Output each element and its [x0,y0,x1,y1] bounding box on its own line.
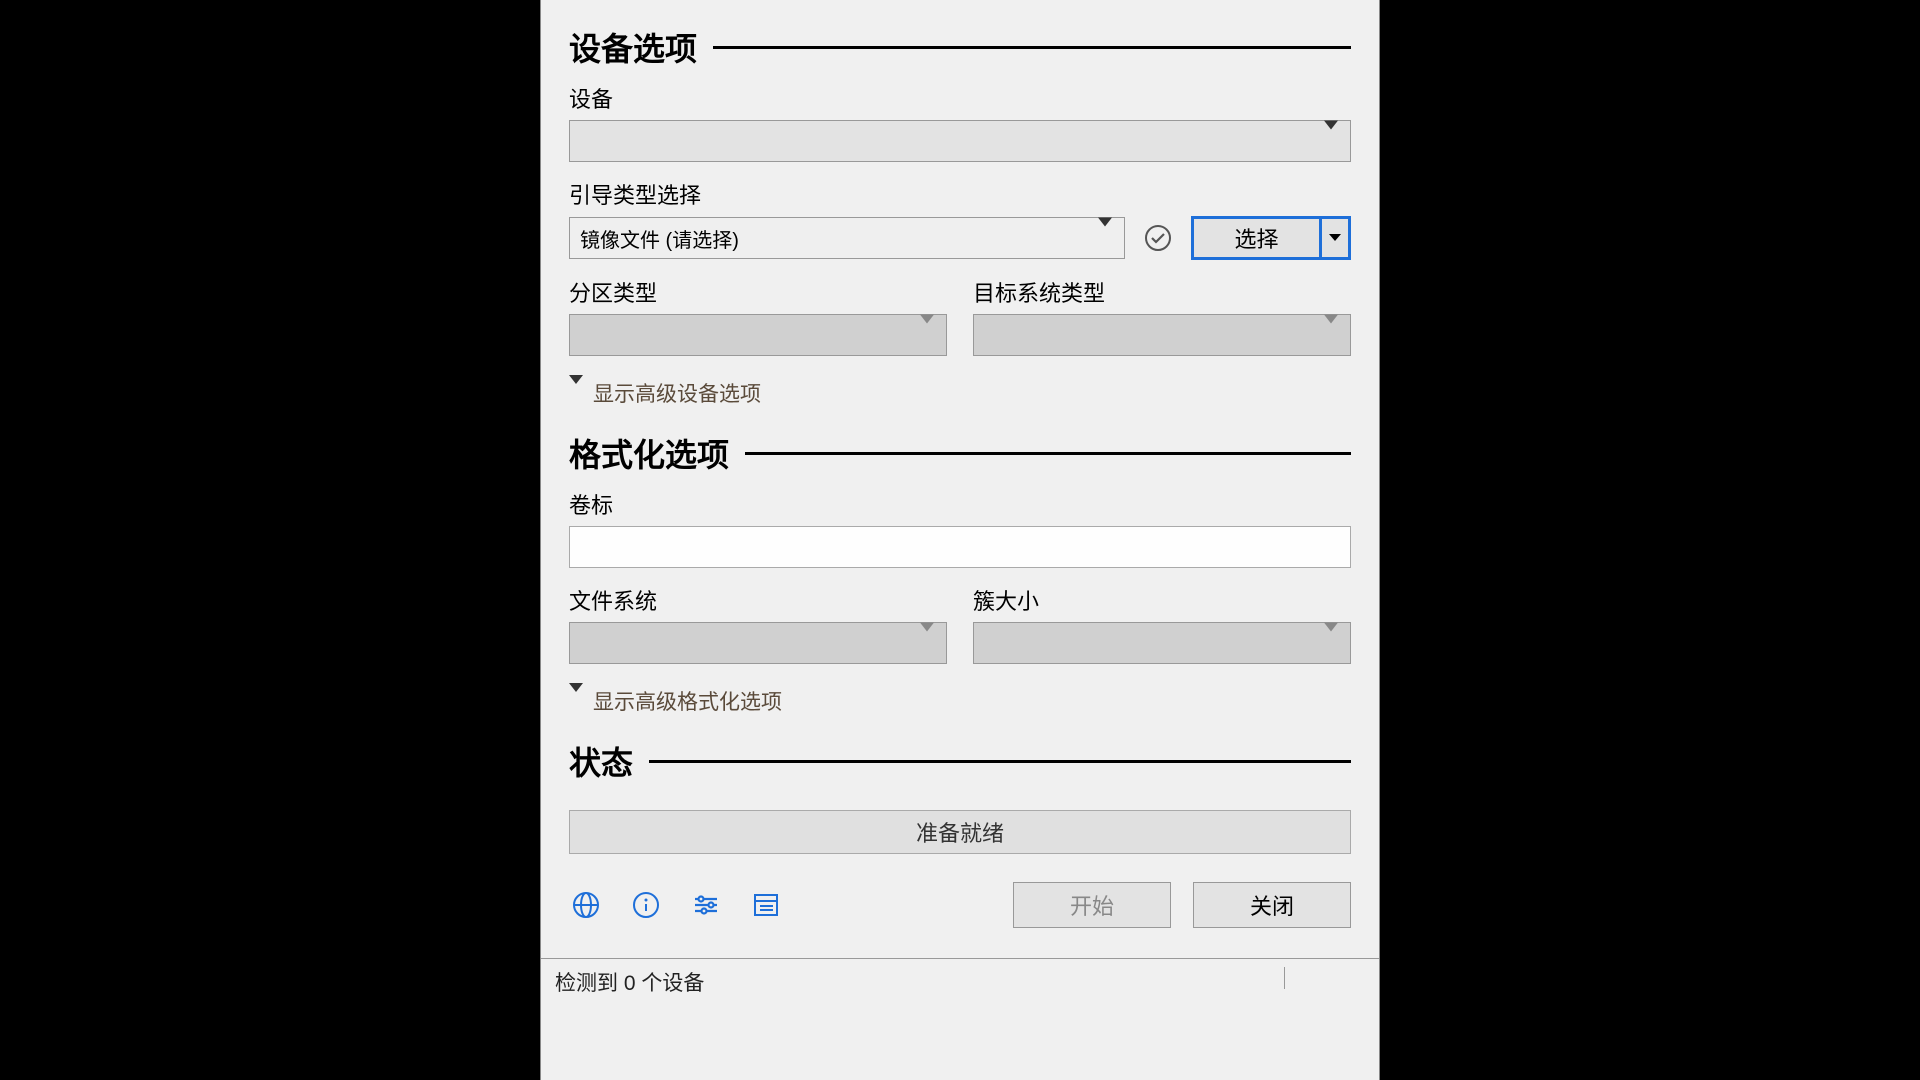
volume-field: 卷标 [569,488,1351,568]
status-section-header: 状态 [569,738,1351,784]
volume-input[interactable] [569,526,1351,568]
divider-line [713,46,1351,49]
filesystem-label: 文件系统 [569,584,947,616]
partition-dropdown[interactable] [569,314,947,356]
boot-type-field: 引导类型选择 镜像文件 (请选择) 选择 [569,178,1351,260]
target-system-dropdown[interactable] [973,314,1351,356]
fs-cluster-row: 文件系统 簇大小 [569,584,1351,664]
start-button-label: 开始 [1070,889,1114,921]
cluster-dropdown[interactable] [973,622,1351,664]
partition-field: 分区类型 [569,276,947,356]
device-label: 设备 [569,82,1351,114]
cluster-label: 簇大小 [973,584,1351,616]
format-section-title: 格式化选项 [569,430,729,476]
log-icon[interactable] [749,888,783,922]
footer-status-bar: 检测到 0 个设备 [541,958,1379,997]
device-dropdown[interactable] [569,120,1351,162]
app-window: 设备选项 设备 引导类型选择 镜像文件 (请选择) 选择 [540,0,1380,1080]
status-bar: 准备就绪 [569,810,1351,854]
volume-label: 卷标 [569,488,1351,520]
chevron-down-icon [1098,227,1112,250]
divider-line [649,760,1351,763]
footer-device-count: 检测到 0 个设备 [555,967,704,997]
sliders-icon[interactable] [689,888,723,922]
chevron-down-icon [1324,632,1338,655]
device-section-header: 设备选项 [569,24,1351,70]
target-system-label: 目标系统类型 [973,276,1351,308]
chevron-down-icon [569,384,583,402]
advanced-device-text: 显示高级设备选项 [593,378,761,408]
status-text: 准备就绪 [916,816,1004,848]
boot-type-label: 引导类型选择 [569,178,1351,210]
close-button-label: 关闭 [1250,889,1294,921]
format-section-header: 格式化选项 [569,430,1351,476]
boot-type-value: 镜像文件 (请选择) [580,224,739,253]
chevron-down-icon [569,692,583,710]
chevron-down-icon [920,632,934,655]
cluster-field: 簇大小 [973,584,1351,664]
device-section-title: 设备选项 [569,24,697,70]
select-button-label: 选择 [1194,222,1319,254]
footer-divider [1284,967,1285,989]
select-button[interactable]: 选择 [1191,216,1351,260]
partition-target-row: 分区类型 目标系统类型 [569,276,1351,356]
close-button[interactable]: 关闭 [1193,882,1351,928]
chevron-down-icon [1324,130,1338,153]
boot-type-dropdown[interactable]: 镜像文件 (请选择) [569,217,1125,259]
select-button-dropdown[interactable] [1322,233,1348,243]
filesystem-field: 文件系统 [569,584,947,664]
tool-icon-group [569,888,783,922]
device-field: 设备 [569,82,1351,162]
divider-line [745,452,1351,455]
advanced-device-toggle[interactable]: 显示高级设备选项 [569,378,1351,408]
boot-row: 镜像文件 (请选择) 选择 [569,216,1351,260]
globe-icon[interactable] [569,888,603,922]
bottom-toolbar: 开始 关闭 [569,882,1351,928]
status-section-title: 状态 [569,738,633,784]
start-button[interactable]: 开始 [1013,882,1171,928]
advanced-format-toggle[interactable]: 显示高级格式化选项 [569,686,1351,716]
check-circle-icon[interactable] [1141,221,1175,255]
action-buttons: 开始 关闭 [1013,882,1351,928]
partition-label: 分区类型 [569,276,947,308]
info-icon[interactable] [629,888,663,922]
chevron-down-icon [1324,324,1338,347]
filesystem-dropdown[interactable] [569,622,947,664]
target-system-field: 目标系统类型 [973,276,1351,356]
advanced-format-text: 显示高级格式化选项 [593,686,782,716]
chevron-down-icon [920,324,934,347]
